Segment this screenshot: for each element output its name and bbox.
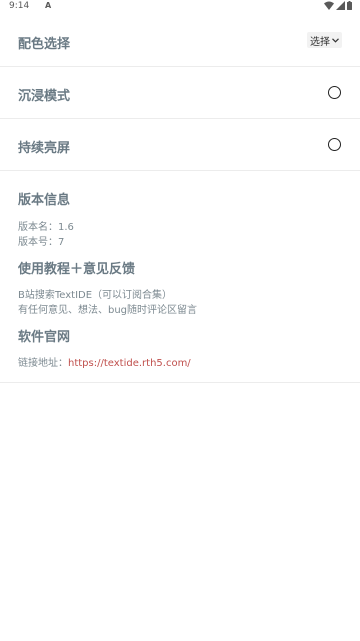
color-scheme-select[interactable]: 选择	[307, 32, 342, 48]
keep-screen-on-label: 持续亮屏	[18, 141, 71, 156]
keep-screen-on-radio[interactable]	[328, 138, 341, 151]
website-link-prefix: 链接地址：	[18, 358, 68, 369]
status-time: 9:14	[9, 1, 30, 11]
signal-icon	[336, 1, 345, 10]
color-scheme-select-value: 选择	[310, 36, 330, 48]
tutorial-line-2: 有任何意见、想法、bug随时评论区留言	[18, 305, 198, 316]
notification-icon: A	[45, 1, 52, 10]
keep-screen-on-row[interactable]: 持续亮屏	[0, 119, 360, 171]
battery-icon	[347, 1, 352, 10]
status-bar: 9:14 A	[0, 0, 360, 14]
status-icons	[324, 1, 352, 10]
immersive-mode-label: 沉浸模式	[18, 89, 71, 104]
website-link-row: 链接地址：https://textide.rth5.com/	[18, 354, 191, 369]
website-link[interactable]: https://textide.rth5.com/	[68, 358, 191, 369]
version-name-text: 版本名：1.6	[18, 222, 74, 233]
color-scheme-label: 配色选择	[18, 37, 71, 52]
immersive-mode-radio[interactable]	[328, 86, 341, 99]
tutorial-line-1: B站搜索TextIDE（可以订阅合集）	[18, 290, 173, 301]
tutorial-title: 使用教程＋意见反馈	[18, 262, 136, 277]
wifi-icon	[324, 1, 334, 10]
chevron-down-icon	[332, 37, 339, 43]
color-scheme-row: 配色选择 选择	[0, 14, 360, 67]
immersive-mode-row[interactable]: 沉浸模式	[0, 67, 360, 119]
version-info-title: 版本信息	[18, 193, 71, 208]
website-title: 软件官网	[18, 330, 71, 345]
version-code-text: 版本号：7	[18, 237, 65, 248]
info-section: 版本信息 版本名：1.6 版本号：7 使用教程＋意见反馈 B站搜索TextIDE…	[0, 171, 360, 383]
